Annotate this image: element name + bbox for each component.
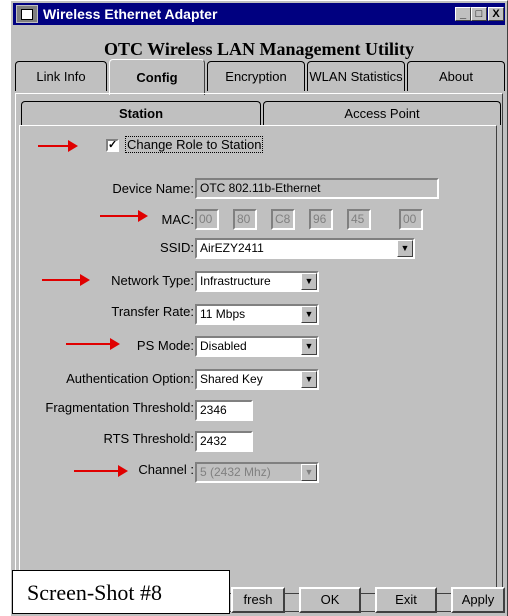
tab-link-info[interactable]: Link Info [15, 61, 107, 91]
chevron-down-icon[interactable]: ▼ [301, 338, 317, 355]
frag-threshold-label: Fragmentation Threshold: [45, 400, 194, 415]
tab-encryption[interactable]: Encryption [207, 61, 305, 91]
arrow-mac [100, 210, 148, 222]
ssid-combobox[interactable]: AirEZY2411 ▼ [195, 238, 415, 259]
window-title: Wireless Ethernet Adapter [43, 6, 218, 22]
rts-threshold-field[interactable]: 2432 [195, 431, 253, 452]
screenshot-caption: Screen-Shot #8 [12, 570, 230, 614]
rts-threshold-label: RTS Threshold: [103, 431, 194, 446]
mac-octet-4[interactable]: 96 [309, 209, 333, 230]
channel-value: 5 (2432 Mhz) [200, 465, 271, 479]
ps-mode-select[interactable]: Disabled ▼ [195, 336, 319, 357]
apply-button[interactable]: Apply [451, 587, 505, 613]
arrow-channel [74, 465, 128, 477]
arrow-network-type [42, 274, 90, 286]
tab-access-point[interactable]: Access Point [263, 101, 501, 125]
ok-button[interactable]: OK [299, 587, 361, 613]
tab-wlan-statistics[interactable]: WLAN Statistics [307, 61, 405, 91]
ssid-label: SSID: [160, 240, 194, 255]
network-type-label: Network Type: [111, 273, 194, 288]
transfer-rate-value: 11 Mbps [200, 307, 246, 321]
title-bar[interactable]: Wireless Ethernet Adapter _ □ X [13, 3, 505, 25]
minimize-button[interactable]: _ [455, 7, 471, 21]
refresh-button[interactable]: fresh [231, 587, 285, 613]
ssid-value: AirEZY2411 [200, 241, 264, 255]
mac-octet-2[interactable]: 80 [233, 209, 257, 230]
device-name-field[interactable]: OTC 802.11b-Ethernet [195, 178, 439, 199]
device-name-label: Device Name: [112, 181, 194, 196]
channel-select[interactable]: 5 (2432 Mhz) ▼ [195, 462, 319, 483]
tab-config[interactable]: Config [109, 59, 205, 95]
chevron-down-icon[interactable]: ▼ [301, 273, 317, 290]
arrow-ps-mode [66, 338, 120, 350]
maximize-button[interactable]: □ [471, 7, 487, 21]
network-type-select[interactable]: Infrastructure ▼ [195, 271, 319, 292]
chevron-down-icon[interactable]: ▼ [301, 464, 317, 481]
arrow-change-role [38, 140, 78, 152]
change-role-checkbox[interactable]: ✓ [106, 139, 119, 152]
close-button[interactable]: X [488, 7, 504, 21]
network-type-value: Infrastructure [200, 274, 271, 288]
mac-label: MAC: [161, 212, 195, 227]
tab-station[interactable]: Station [21, 101, 261, 125]
chevron-down-icon[interactable]: ▼ [301, 371, 317, 388]
ps-mode-value: Disabled [200, 339, 247, 353]
app-icon [16, 5, 38, 23]
auth-option-label: Authentication Option: [66, 371, 194, 386]
channel-label: Channel : [138, 462, 194, 477]
tab-about[interactable]: About [407, 61, 505, 91]
transfer-rate-label: Transfer Rate: [111, 304, 194, 319]
chevron-down-icon[interactable]: ▼ [397, 240, 413, 257]
exit-button[interactable]: Exit [375, 587, 437, 613]
ps-mode-label: PS Mode: [136, 338, 194, 353]
transfer-rate-select[interactable]: 11 Mbps ▼ [195, 304, 319, 325]
app-window: Wireless Ethernet Adapter _ □ X OTC Wire… [10, 0, 508, 616]
mac-octet-5[interactable]: 45 [347, 209, 371, 230]
app-banner: OTC Wireless LAN Management Utility [104, 39, 414, 59]
mac-octet-1[interactable]: 00 [195, 209, 219, 230]
chevron-down-icon[interactable]: ▼ [301, 306, 317, 323]
auth-option-select[interactable]: Shared Key ▼ [195, 369, 319, 390]
mac-octet-3[interactable]: C8 [271, 209, 295, 230]
auth-option-value: Shared Key [200, 372, 263, 386]
change-role-label[interactable]: Change Role to Station [125, 136, 264, 153]
frag-threshold-field[interactable]: 2346 [195, 400, 253, 421]
mac-octet-6[interactable]: 00 [399, 209, 423, 230]
main-tab-bar: Link Info Config Encryption WLAN Statist… [15, 59, 505, 95]
